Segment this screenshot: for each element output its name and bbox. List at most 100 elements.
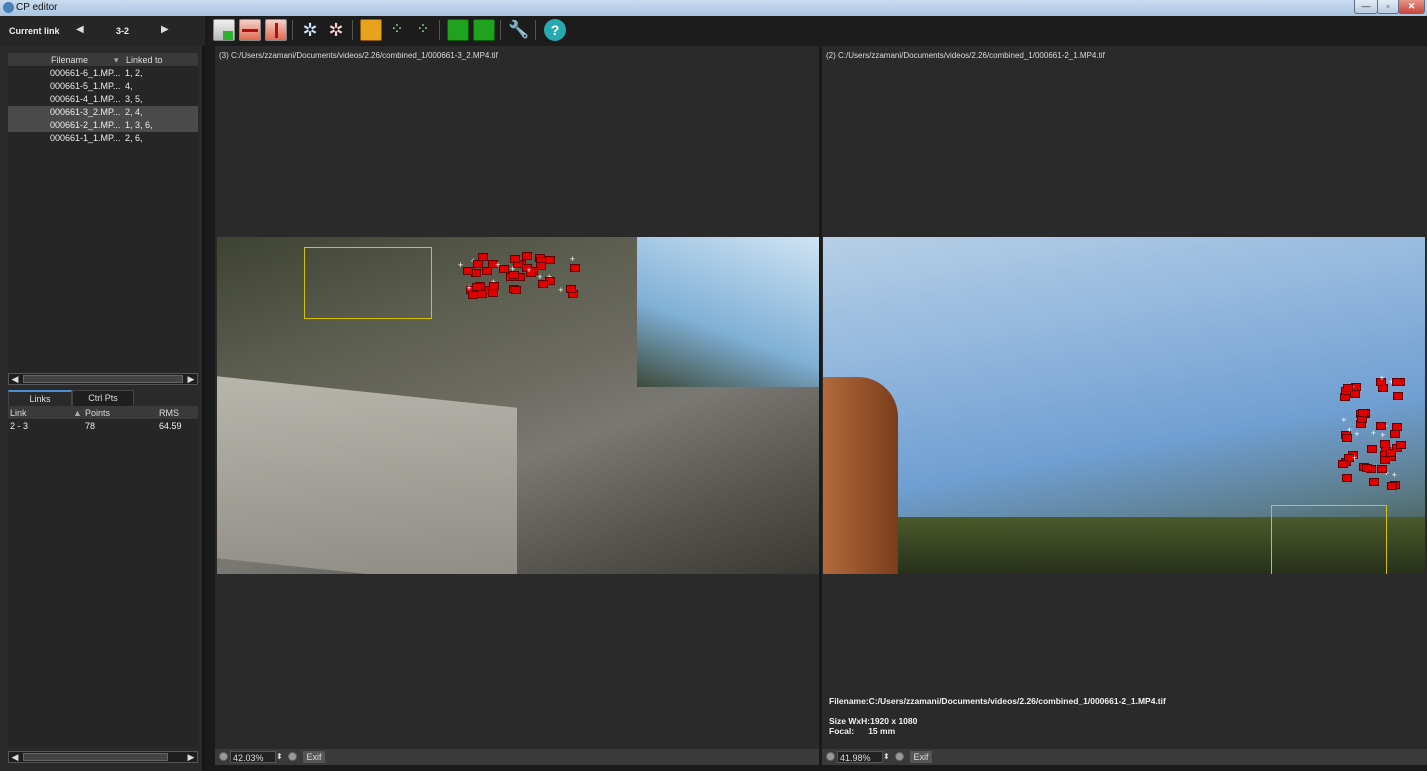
zoom-full-radio[interactable] [895, 752, 904, 761]
close-button[interactable]: ✕ [1398, 0, 1425, 14]
control-point-marker[interactable] [1342, 474, 1353, 483]
row-linked: 2, 4, [125, 107, 143, 117]
fine-tune-all-icon[interactable]: ⁘ [412, 19, 434, 41]
control-point-cross: + [1379, 372, 1385, 383]
zoom-fit-radio[interactable] [219, 752, 228, 761]
left-image-canvas[interactable]: +++++++++++++ [217, 237, 819, 574]
control-point-marker[interactable] [488, 289, 499, 298]
control-point-cross: + [495, 260, 501, 271]
align-all-icon[interactable] [473, 19, 495, 41]
control-point-marker[interactable] [510, 285, 521, 294]
control-point-marker[interactable] [510, 254, 521, 263]
control-point-cross: + [526, 264, 532, 275]
prev-link-icon[interactable]: ◀ [76, 24, 84, 35]
zoom-spin-icon[interactable]: ⬍ [276, 751, 286, 763]
control-point-marker[interactable] [1341, 434, 1352, 443]
detect-points-icon[interactable]: ✲ [299, 19, 321, 41]
info-focal: Focal: 15 mm [829, 726, 896, 736]
align-points-icon[interactable] [447, 19, 469, 41]
control-point-marker[interactable] [1380, 456, 1391, 465]
add-point-icon[interactable] [213, 19, 235, 41]
control-point-marker[interactable] [1368, 477, 1379, 486]
scroll-right-icon[interactable]: ▶ [185, 373, 197, 385]
zoom-input[interactable]: 41.98% [837, 751, 883, 763]
table-row[interactable]: 000661-4_1.MP... 3, 5, [8, 93, 198, 106]
control-point-marker[interactable] [471, 268, 482, 277]
tab-ctrl-pts[interactable]: Ctrl Pts [72, 390, 134, 406]
right-image-panel: (2) C:/Users/zzamani/Documents/videos/2.… [822, 46, 1427, 765]
scroll-thumb[interactable] [23, 753, 168, 761]
control-point-marker[interactable] [537, 280, 548, 289]
minimize-button[interactable]: — [1354, 0, 1378, 14]
control-point-cross: + [1341, 414, 1347, 425]
zoom-spin-icon[interactable]: ⬍ [883, 751, 893, 763]
wrench-icon[interactable]: 🔧 [508, 19, 530, 41]
current-link-bar: Current link ◀ 3-2 ▶ [0, 16, 205, 46]
control-point-marker[interactable] [482, 266, 493, 275]
table-row[interactable]: 000661-6_1.MP... 1, 2, [8, 67, 198, 80]
move-point-icon[interactable] [265, 19, 287, 41]
control-point-marker[interactable] [467, 290, 478, 299]
links-table-header: Link ▲ Points RMS [8, 406, 198, 420]
table-row-selected[interactable]: 000661-2_1.MP... 1, 3, 6, [8, 119, 198, 132]
control-point-marker[interactable] [1366, 445, 1377, 454]
header-filename[interactable]: Filename [51, 55, 88, 65]
exif-button[interactable]: Exif [910, 751, 932, 763]
scroll-right-icon[interactable]: ▶ [185, 751, 197, 763]
header-points[interactable]: Points [85, 408, 110, 418]
scroll-left-icon[interactable]: ◀ [9, 751, 21, 763]
next-link-icon[interactable]: ▶ [161, 24, 169, 35]
row-linked: 2, 6, [125, 133, 143, 143]
control-point-marker[interactable] [1391, 378, 1402, 387]
toolbar-separator [500, 20, 501, 40]
control-point-marker[interactable] [1389, 429, 1400, 438]
table-row-selected[interactable]: 000661-3_2.MP... 2, 4, [8, 106, 198, 119]
control-point-marker[interactable] [471, 282, 482, 291]
control-point-marker[interactable] [1386, 481, 1397, 490]
control-point-marker[interactable] [1362, 463, 1373, 472]
fine-tune-icon[interactable]: ⁘ [386, 19, 408, 41]
links-table-scrollbar[interactable]: ◀ ▶ [8, 751, 198, 763]
right-image-canvas[interactable]: ++++++++++++++ [823, 237, 1425, 574]
table-row[interactable]: 000661-1_1.MP... 2, 6, [8, 132, 198, 145]
control-point-marker[interactable] [522, 251, 533, 260]
control-point-marker[interactable] [1357, 408, 1368, 417]
row-filename: 000661-2_1.MP... [50, 120, 121, 130]
left-image-title: (3) C:/Users/zzamani/Documents/videos/2.… [219, 51, 498, 60]
table-row[interactable]: 000661-5_1.MP... 4, [8, 80, 198, 93]
control-point-marker[interactable] [566, 285, 577, 294]
zoom-input[interactable]: 42.03% [230, 751, 276, 763]
tab-bar: Links Ctrl Pts [8, 390, 198, 406]
detect-points-remove-icon[interactable]: ✲ [325, 19, 347, 41]
control-point-marker[interactable] [1342, 384, 1353, 393]
restore-button[interactable]: ▫ [1377, 0, 1399, 14]
control-point-cross: + [1354, 429, 1360, 440]
header-linked-to[interactable]: Linked to [126, 55, 163, 65]
scroll-left-icon[interactable]: ◀ [9, 373, 21, 385]
help-icon[interactable]: ? [544, 19, 566, 41]
header-link[interactable]: Link [10, 408, 27, 418]
tab-links[interactable]: Links [8, 390, 72, 406]
control-point-marker[interactable] [1392, 392, 1403, 401]
control-point-marker[interactable] [544, 256, 555, 265]
control-point-marker[interactable] [1376, 465, 1387, 474]
table-row[interactable]: 2 - 3 78 64.59 [8, 420, 198, 433]
row-filename: 000661-5_1.MP... [50, 81, 121, 91]
optimize-icon[interactable] [360, 19, 382, 41]
exif-button[interactable]: Exif [303, 751, 325, 763]
control-point-marker[interactable] [1375, 421, 1386, 430]
delete-point-icon[interactable] [239, 19, 261, 41]
selection-box[interactable] [1271, 505, 1387, 574]
zoom-fit-radio[interactable] [826, 752, 835, 761]
header-rms[interactable]: RMS [159, 408, 179, 418]
control-point-marker[interactable] [1396, 440, 1407, 449]
images-table-scrollbar[interactable]: ◀ ▶ [8, 373, 198, 385]
control-point-marker[interactable] [462, 267, 473, 276]
sort-icon: ▾ [114, 55, 119, 65]
selection-box[interactable] [304, 247, 432, 319]
zoom-full-radio[interactable] [288, 752, 297, 761]
scroll-thumb[interactable] [23, 375, 183, 383]
control-point-marker[interactable] [1338, 460, 1349, 469]
control-point-marker[interactable] [569, 263, 580, 272]
row-rms: 64.59 [159, 421, 182, 431]
